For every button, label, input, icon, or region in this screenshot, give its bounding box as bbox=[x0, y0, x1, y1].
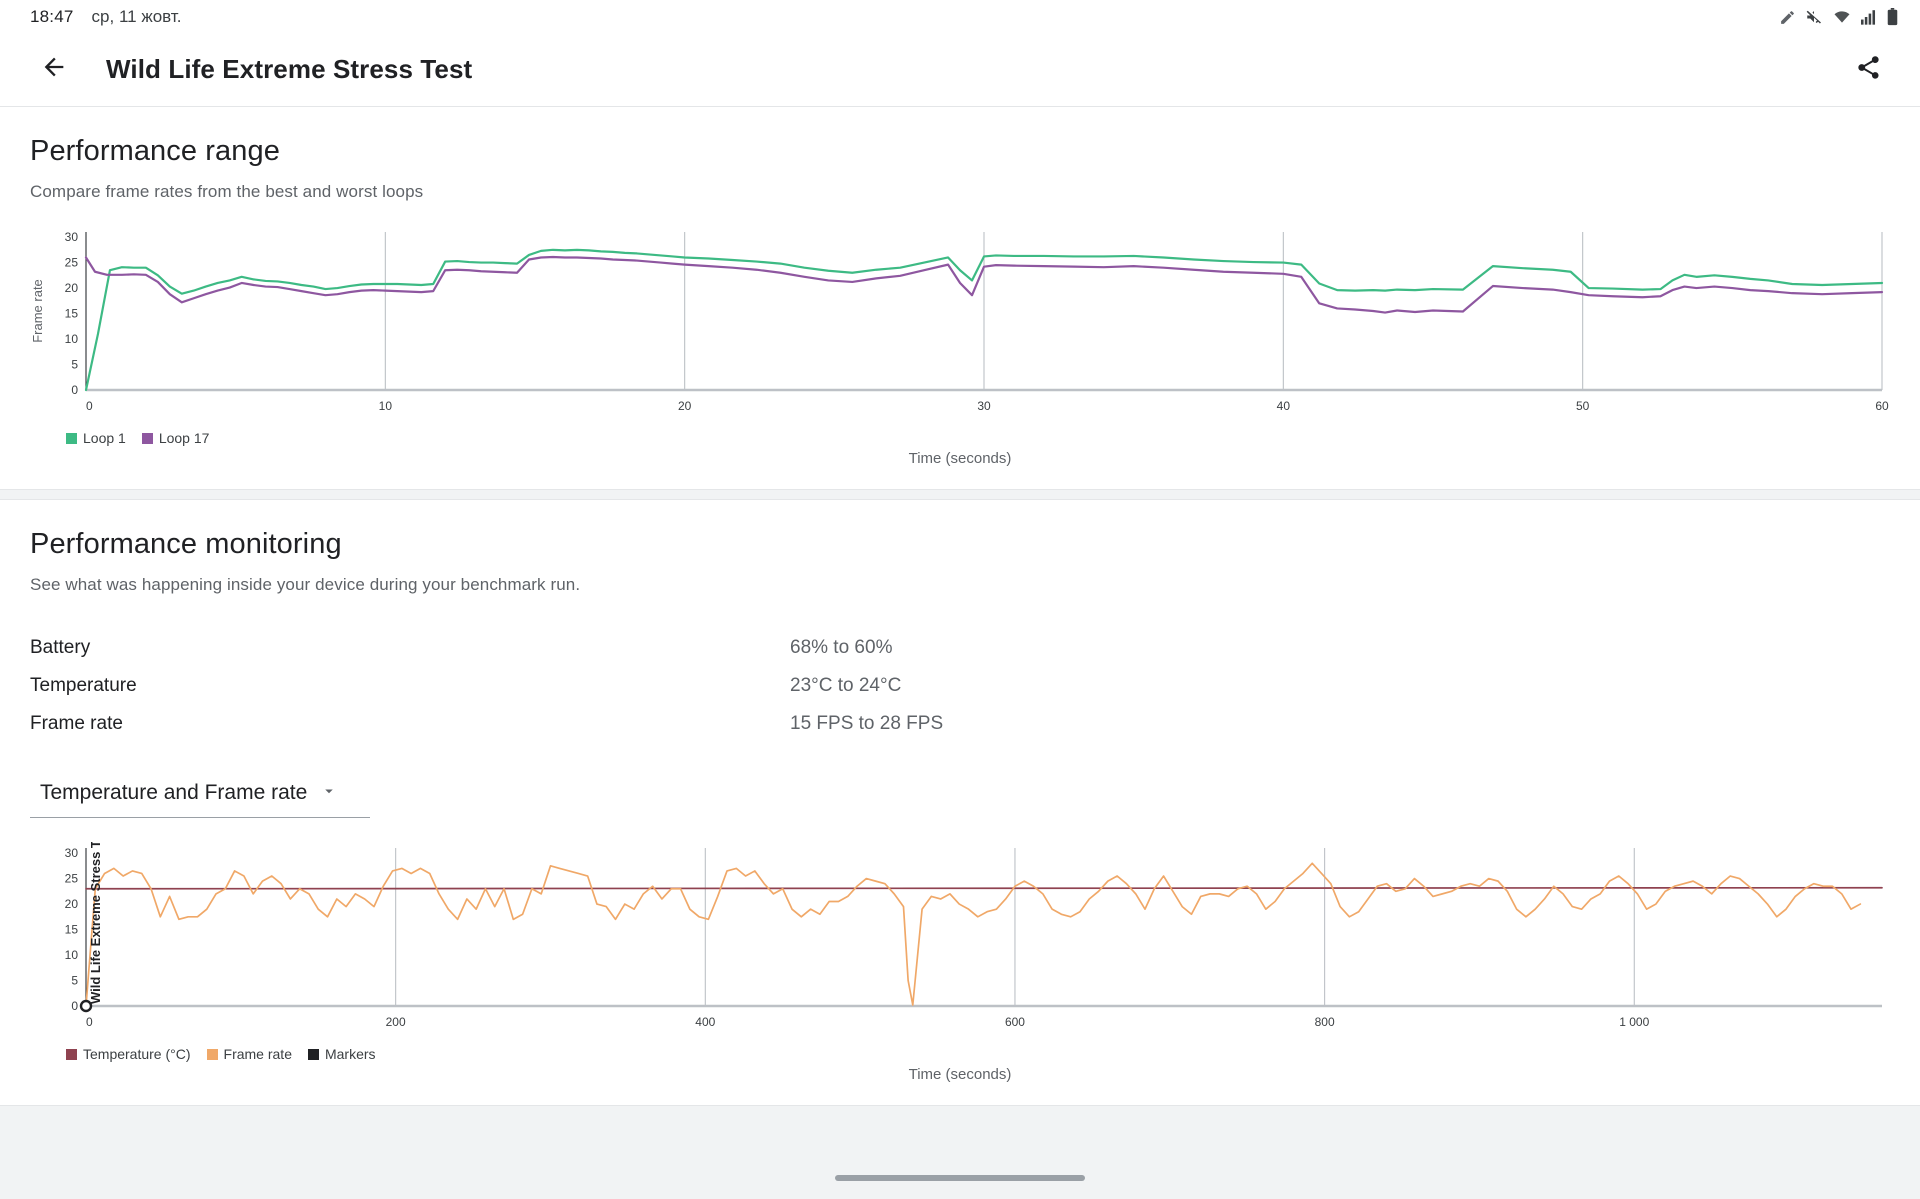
pencil-icon bbox=[1779, 9, 1796, 26]
performance-monitoring-card: Performance monitoring See what was happ… bbox=[0, 499, 1920, 1106]
share-icon bbox=[1855, 54, 1882, 86]
legend-swatch-loop1 bbox=[66, 432, 77, 444]
legend-swatch-loop17 bbox=[141, 432, 153, 444]
svg-text:20: 20 bbox=[65, 897, 79, 911]
status-date: ср, 11 жовт. bbox=[91, 7, 182, 26]
svg-text:0: 0 bbox=[86, 399, 93, 413]
svg-text:5: 5 bbox=[71, 358, 78, 372]
wifi-icon bbox=[1832, 8, 1852, 26]
back-arrow-icon bbox=[40, 53, 68, 86]
performance-monitoring-subtitle: See what was happening inside your devic… bbox=[30, 575, 581, 594]
svg-text:1 000: 1 000 bbox=[1619, 1015, 1649, 1029]
battery-icon bbox=[1887, 8, 1898, 26]
legend-item-frame-rate: Frame rate bbox=[206, 1046, 292, 1062]
performance-range-subtitle: Compare frame rates from the best and wo… bbox=[30, 182, 424, 201]
stat-value-battery: 68% to 60% bbox=[790, 637, 893, 658]
performance-monitoring-legend: Temperature (°C) Frame rate Markers bbox=[30, 1046, 1890, 1062]
share-button[interactable] bbox=[1844, 46, 1892, 94]
home-indicator-area bbox=[0, 1157, 1920, 1199]
legend-swatch-markers bbox=[307, 1048, 319, 1060]
svg-text:0: 0 bbox=[71, 999, 78, 1013]
performance-range-chart: 0 5 10 15 20 25 30 0 10 20 30 40 50 60 Frame rate Loop… bbox=[30, 226, 1890, 467]
performance-monitoring-title: Performance monitoring bbox=[30, 528, 342, 560]
app-bar: Wild Life Extreme Stress Test bbox=[0, 34, 1920, 106]
metric-select-value: Temperature and Frame rate bbox=[40, 781, 308, 804]
legend-label-temperature: Temperature (°C) bbox=[83, 1046, 191, 1062]
legend-label-markers: Markers bbox=[324, 1046, 376, 1062]
legend-swatch-temperature bbox=[66, 1048, 77, 1060]
svg-text:15: 15 bbox=[65, 923, 79, 937]
svg-text:400: 400 bbox=[695, 1015, 715, 1029]
performance-range-x-caption: Time (seconds) bbox=[908, 450, 1012, 467]
performance-range-plot: 0 5 10 15 20 25 30 0 10 20 30 40 50 60 Frame rate bbox=[30, 230, 1889, 413]
metric-select-dropdown[interactable]: Temperature and Frame rate bbox=[30, 775, 370, 818]
performance-monitoring-plot: 0 5 10 15 20 25 30 0 200 400 600 800 1 000 Wild Life … bbox=[65, 842, 1883, 1029]
svg-text:15: 15 bbox=[65, 307, 79, 321]
legend-item-temperature: Temperature (°C) bbox=[66, 1046, 191, 1062]
cellular-signal-icon bbox=[1861, 9, 1878, 25]
svg-text:25: 25 bbox=[65, 256, 79, 270]
svg-text:5: 5 bbox=[71, 974, 78, 988]
svg-text:40: 40 bbox=[1277, 399, 1291, 413]
stat-row: Battery 68% to 60% bbox=[30, 629, 1890, 667]
stat-label-battery: Battery bbox=[30, 637, 91, 658]
svg-text:0: 0 bbox=[86, 1015, 93, 1029]
svg-text:10: 10 bbox=[65, 332, 79, 346]
svg-text:60: 60 bbox=[1875, 399, 1889, 413]
performance-range-legend: Loop 1 Loop 17 bbox=[30, 430, 1890, 446]
svg-text:50: 50 bbox=[1576, 399, 1590, 413]
legend-item-markers: Markers bbox=[307, 1046, 376, 1062]
svg-text:30: 30 bbox=[65, 230, 79, 244]
legend-item-loop1: Loop 1 bbox=[66, 430, 126, 446]
stat-row: Frame rate 15 FPS to 28 FPS bbox=[30, 705, 1890, 743]
home-indicator[interactable] bbox=[835, 1175, 1085, 1181]
status-time: 18:47 bbox=[30, 7, 74, 26]
legend-label-loop17: Loop 17 bbox=[158, 430, 210, 446]
svg-text:25: 25 bbox=[65, 872, 79, 886]
svg-text:Wild Life Extreme Stress Test: Wild Life Extreme Stress Test bbox=[88, 842, 103, 1004]
chevron-down-icon bbox=[320, 782, 338, 805]
svg-text:600: 600 bbox=[1005, 1015, 1025, 1029]
volume-mute-icon bbox=[1805, 8, 1823, 26]
svg-text:30: 30 bbox=[977, 399, 991, 413]
svg-text:0: 0 bbox=[71, 383, 78, 397]
legend-item-loop17: Loop 17 bbox=[141, 430, 210, 446]
svg-text:800: 800 bbox=[1315, 1015, 1335, 1029]
legend-swatch-frame-rate bbox=[206, 1048, 218, 1060]
svg-text:30: 30 bbox=[65, 846, 79, 860]
back-button[interactable] bbox=[30, 46, 78, 94]
performance-monitoring-x-caption: Time (seconds) bbox=[908, 1066, 1012, 1083]
page-title: Wild Life Extreme Stress Test bbox=[106, 54, 473, 84]
status-icon-group bbox=[1779, 8, 1898, 26]
content-area: Performance range Compare frame rates fr… bbox=[0, 106, 1920, 1106]
performance-range-card: Performance range Compare frame rates fr… bbox=[0, 106, 1920, 490]
svg-text:200: 200 bbox=[386, 1015, 406, 1029]
stat-label-temperature: Temperature bbox=[30, 675, 137, 696]
performance-monitoring-chart: 0 5 10 15 20 25 30 0 200 400 600 800 1 000 Wild Life … bbox=[30, 842, 1890, 1083]
legend-label-frame-rate: Frame rate bbox=[223, 1046, 292, 1062]
svg-text:Frame rate: Frame rate bbox=[30, 279, 45, 343]
svg-text:20: 20 bbox=[65, 281, 79, 295]
performance-range-title: Performance range bbox=[30, 135, 280, 167]
legend-label-loop1: Loop 1 bbox=[83, 430, 126, 446]
status-bar: 18:47 ср, 11 жовт. bbox=[0, 0, 1920, 34]
monitoring-stats-table: Battery 68% to 60% Temperature 23°C to 2… bbox=[30, 629, 1890, 743]
stat-label-frame-rate: Frame rate bbox=[30, 713, 123, 734]
svg-text:10: 10 bbox=[379, 399, 393, 413]
stat-value-temperature: 23°C to 24°C bbox=[790, 675, 902, 696]
svg-text:10: 10 bbox=[65, 948, 79, 962]
stat-value-frame-rate: 15 FPS to 28 FPS bbox=[790, 713, 944, 734]
svg-text:20: 20 bbox=[678, 399, 692, 413]
stat-row: Temperature 23°C to 24°C bbox=[30, 667, 1890, 705]
